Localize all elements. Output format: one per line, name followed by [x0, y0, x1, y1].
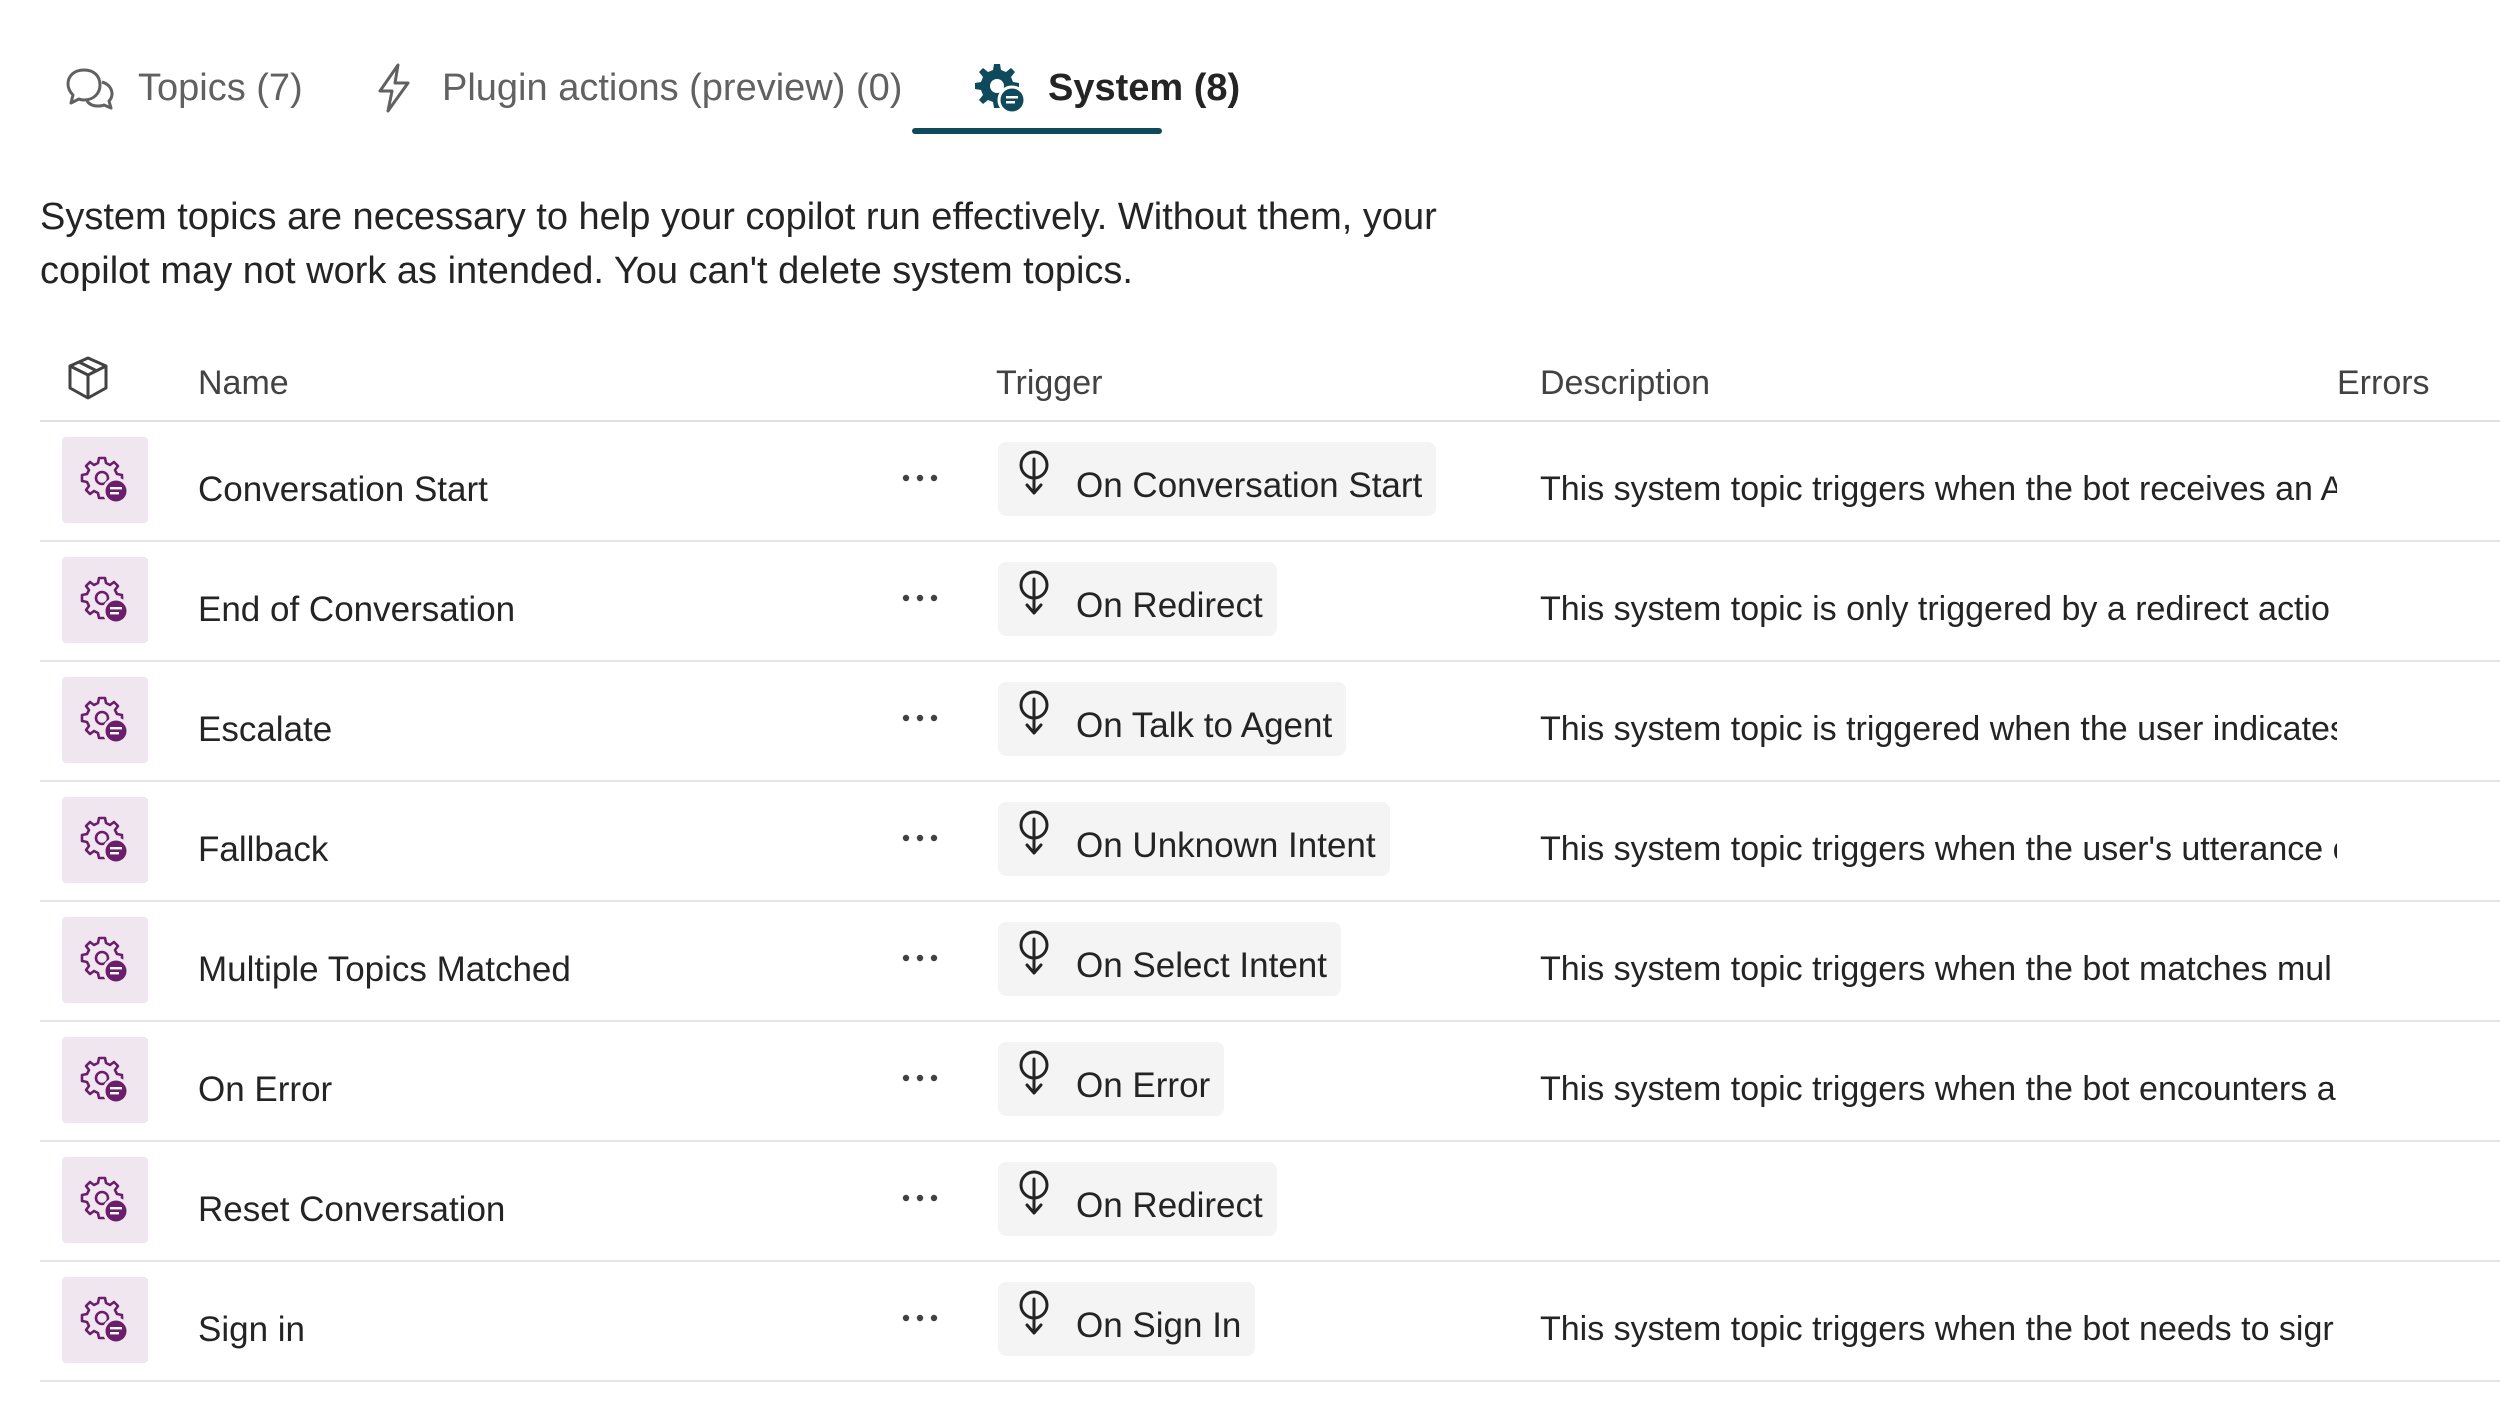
topic-name[interactable]: Multiple Topics Matched [198, 950, 571, 990]
trigger-pin-icon [1016, 689, 1052, 737]
table-row[interactable]: Escalate On Talk to Agent This system to… [40, 662, 2500, 782]
trigger-chip[interactable]: On Redirect [998, 1162, 1277, 1236]
topic-name[interactable]: Sign in [198, 1310, 305, 1350]
more-options-button[interactable] [890, 578, 950, 618]
system-topic-icon [62, 677, 148, 763]
system-topic-icon [62, 917, 148, 1003]
trigger-pin-icon [1016, 1049, 1052, 1097]
system-topic-icon [62, 1277, 148, 1363]
trigger-pin-icon [1016, 449, 1052, 497]
topic-description: This system topic triggers when the bot … [1540, 1070, 2336, 1108]
trigger-label: On Unknown Intent [1076, 826, 1376, 865]
tab-system[interactable]: System (8) [972, 48, 1240, 128]
topic-name[interactable]: End of Conversation [198, 590, 515, 630]
topic-name[interactable]: Escalate [198, 710, 332, 750]
column-header-name[interactable]: Name [198, 364, 289, 403]
table-row[interactable]: Fallback On Unknown Intent This system t… [40, 782, 2500, 902]
tab-topics-label: Topics (7) [138, 66, 303, 109]
trigger-chip[interactable]: On Conversation Start [998, 442, 1437, 516]
trigger-label: On Error [1076, 1066, 1211, 1105]
topic-name[interactable]: Reset Conversation [198, 1190, 505, 1230]
topic-name[interactable]: Fallback [198, 830, 328, 870]
active-tab-indicator [912, 128, 1162, 134]
lightning-icon [366, 60, 422, 116]
trigger-label: On Talk to Agent [1076, 706, 1333, 745]
table-row[interactable]: Reset Conversation On Redirect [40, 1142, 2500, 1262]
trigger-chip[interactable]: On Select Intent [998, 922, 1341, 996]
intro-line-2: copilot may not work as intended. You ca… [40, 250, 1133, 292]
intro-line-1: System topics are necessary to help your… [40, 196, 1437, 238]
tab-bar: Topics (7) Plugin actions (preview) (0) … [0, 0, 1568, 140]
table-row[interactable]: Multiple Topics Matched On Select Intent… [40, 902, 2500, 1022]
more-options-button[interactable] [890, 1178, 950, 1218]
topic-description: This system topic triggers when the bot … [1540, 470, 2337, 508]
topic-description: This system topic is only triggered by a… [1540, 590, 2330, 628]
trigger-pin-icon [1016, 929, 1052, 977]
table-header: Name Trigger Description Errors [40, 344, 2500, 422]
table-row[interactable]: Sign in On Sign In This system topic tri… [40, 1262, 2500, 1382]
trigger-chip[interactable]: On Unknown Intent [998, 802, 1390, 876]
trigger-pin-icon [1016, 569, 1052, 617]
tab-topics[interactable]: Topics (7) [62, 48, 303, 128]
topic-description: This system topic is triggered when the … [1540, 710, 2337, 748]
system-topic-icon [62, 1037, 148, 1123]
more-options-button[interactable] [890, 698, 950, 738]
trigger-chip[interactable]: On Sign In [998, 1282, 1256, 1356]
chat-bubbles-icon [62, 60, 118, 116]
trigger-pin-icon [1016, 809, 1052, 857]
tab-plugin-actions-label: Plugin actions (preview) (0) [442, 66, 903, 109]
topic-description: This system topic triggers when the bot … [1540, 950, 2332, 988]
trigger-pin-icon [1016, 1169, 1052, 1217]
trigger-label: On Select Intent [1076, 946, 1327, 985]
system-topic-icon [62, 797, 148, 883]
trigger-label: On Redirect [1076, 586, 1263, 625]
column-header-description[interactable]: Description [1540, 364, 1710, 403]
more-options-button[interactable] [890, 1298, 950, 1338]
more-options-button[interactable] [890, 938, 950, 978]
system-topics-description: System topics are necessary to help your… [40, 190, 1540, 298]
system-topics-table: Name Trigger Description Errors Conversa… [40, 344, 2500, 1382]
tab-system-label: System (8) [1048, 66, 1241, 109]
system-topic-icon [62, 557, 148, 643]
trigger-label: On Sign In [1076, 1306, 1242, 1345]
trigger-label: On Redirect [1076, 1186, 1263, 1225]
more-options-button[interactable] [890, 458, 950, 498]
topic-description: This system topic triggers when the user… [1540, 830, 2337, 868]
cube-icon [64, 354, 112, 402]
trigger-chip[interactable]: On Error [998, 1042, 1225, 1116]
tab-plugin-actions[interactable]: Plugin actions (preview) (0) [366, 48, 902, 128]
table-row[interactable]: End of Conversation On Redirect This sys… [40, 542, 2500, 662]
topic-name[interactable]: On Error [198, 1070, 332, 1110]
table-row[interactable]: On Error On Error This system topic trig… [40, 1022, 2500, 1142]
gear-chat-icon [972, 60, 1028, 116]
trigger-chip[interactable]: On Talk to Agent [998, 682, 1347, 756]
system-topic-icon [62, 1157, 148, 1243]
more-options-button[interactable] [890, 818, 950, 858]
topic-description: This system topic triggers when the bot … [1540, 1310, 2334, 1348]
column-header-trigger[interactable]: Trigger [996, 364, 1102, 403]
more-options-button[interactable] [890, 1058, 950, 1098]
column-header-errors[interactable]: Errors [2337, 364, 2430, 403]
system-topic-icon [62, 437, 148, 523]
trigger-chip[interactable]: On Redirect [998, 562, 1277, 636]
table-row[interactable]: Conversation Start On Conversation Start… [40, 422, 2500, 542]
trigger-label: On Conversation Start [1076, 466, 1423, 505]
topic-name[interactable]: Conversation Start [198, 470, 488, 510]
trigger-pin-icon [1016, 1289, 1052, 1337]
